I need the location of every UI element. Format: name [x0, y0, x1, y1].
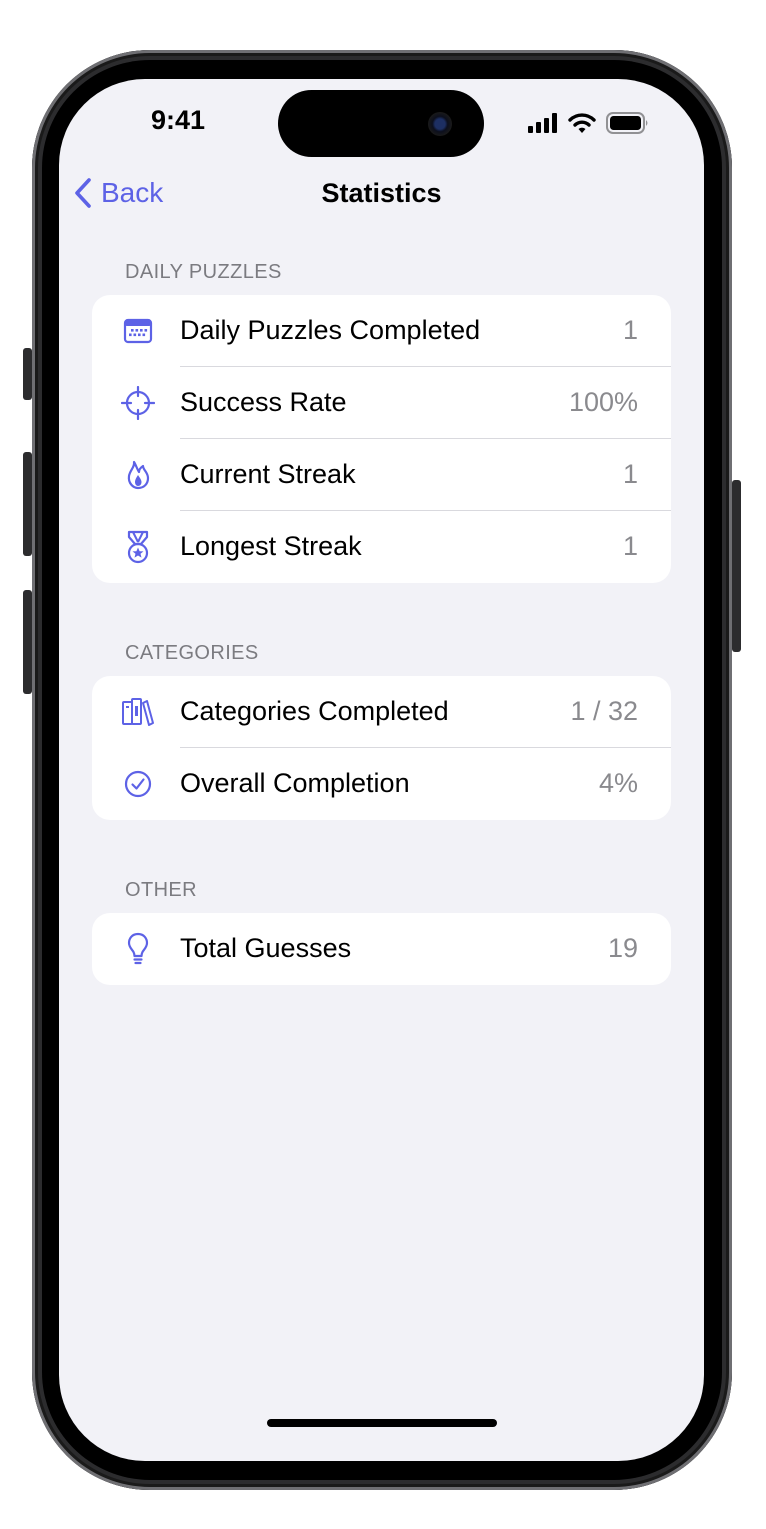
status-icons	[528, 111, 650, 135]
lightbulb-icon	[120, 931, 156, 967]
books-icon	[120, 694, 156, 730]
daily-puzzles-group: Daily Puzzles Completed 1 Success Rate 1…	[92, 295, 671, 583]
row-daily-puzzles-completed: Daily Puzzles Completed 1	[92, 295, 671, 367]
row-label: Overall Completion	[180, 768, 410, 798]
row-value: 1	[622, 315, 638, 345]
volume-up-button	[23, 452, 32, 556]
status-time: 9:41	[151, 105, 206, 135]
row-current-streak: Current Streak 1	[92, 439, 671, 511]
row-longest-streak: Longest Streak 1	[92, 511, 671, 583]
row-label: Longest Streak	[180, 531, 362, 561]
other-group: Total Guesses 19	[92, 913, 671, 985]
wifi-icon	[568, 112, 596, 134]
row-overall-completion: Overall Completion 4%	[92, 748, 671, 820]
categories-group: Categories Completed 1 / 32 Overall Comp…	[92, 676, 671, 820]
battery-icon	[606, 112, 650, 134]
calendar-icon	[120, 313, 156, 349]
section-header-other: OTHER	[125, 879, 197, 901]
row-label: Current Streak	[180, 459, 356, 489]
cellular-signal-icon	[528, 113, 558, 133]
row-value: 1	[622, 459, 638, 489]
home-indicator[interactable]	[267, 1419, 497, 1427]
power-button	[732, 480, 741, 652]
section-header-categories: CATEGORIES	[125, 642, 259, 664]
front-camera-icon	[428, 112, 452, 136]
row-value: 100%	[568, 387, 638, 417]
row-label: Total Guesses	[180, 933, 352, 963]
row-label: Daily Puzzles Completed	[180, 315, 481, 345]
flame-icon	[120, 457, 156, 493]
crosshair-icon	[120, 385, 156, 421]
row-value: 1 / 32	[570, 696, 638, 726]
row-value: 1	[622, 531, 638, 561]
action-button	[23, 348, 32, 400]
section-header-daily-puzzles: DAILY PUZZLES	[125, 261, 282, 283]
row-value: 19	[607, 933, 638, 963]
row-categories-completed: Categories Completed 1 / 32	[92, 676, 671, 748]
dynamic-island	[278, 90, 484, 157]
screen: 9:41 Back Statistics DAILY PUZZLES Daily…	[59, 79, 704, 1461]
volume-down-button	[23, 590, 32, 694]
checkmark-circle-icon	[120, 766, 156, 802]
row-value: 4%	[598, 768, 638, 798]
row-success-rate: Success Rate 100%	[92, 367, 671, 439]
row-label: Categories Completed	[180, 696, 449, 726]
page-title: Statistics	[321, 178, 442, 208]
row-label: Success Rate	[180, 387, 347, 417]
medal-icon	[120, 529, 156, 565]
row-total-guesses: Total Guesses 19	[92, 913, 671, 985]
